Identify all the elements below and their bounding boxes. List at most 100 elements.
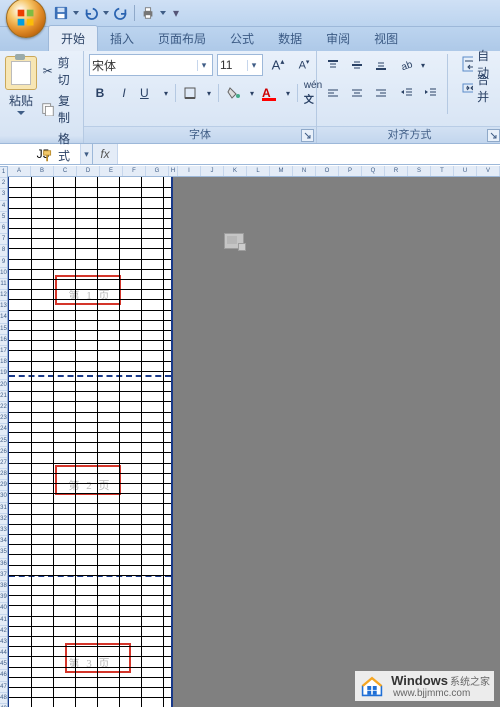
row-header[interactable]: 9 (0, 257, 7, 268)
tab-view[interactable]: 视图 (362, 26, 410, 51)
qat-undo-dropdown[interactable] (102, 11, 110, 15)
italic-button[interactable]: I (113, 82, 135, 104)
row-header[interactable]: 38 (0, 581, 7, 592)
row-header[interactable]: 22 (0, 402, 7, 413)
row-header[interactable]: 4 (0, 201, 7, 212)
align-left-button[interactable] (322, 82, 344, 104)
col-header[interactable]: F (123, 166, 146, 176)
row-header[interactable]: 21 (0, 391, 7, 402)
row-header[interactable]: 45 (0, 659, 7, 670)
col-header[interactable]: U (454, 166, 477, 176)
formula-input[interactable] (118, 144, 500, 164)
col-header[interactable]: P (339, 166, 362, 176)
col-header[interactable]: K (224, 166, 247, 176)
row-header[interactable]: 42 (0, 626, 7, 637)
col-header[interactable]: J (201, 166, 224, 176)
align-center-button[interactable] (346, 82, 368, 104)
row-header[interactable]: 19 (0, 368, 7, 379)
row-header[interactable]: 47 (0, 682, 7, 693)
font-name-combo[interactable]: 宋体▾ (89, 54, 213, 76)
align-top-button[interactable] (322, 54, 344, 76)
underline-button[interactable]: U▾ (137, 82, 171, 104)
col-header[interactable]: N (293, 166, 316, 176)
row-header[interactable]: 26 (0, 447, 7, 458)
row-header[interactable]: 36 (0, 559, 7, 570)
qat-save[interactable] (52, 4, 70, 22)
row-header[interactable]: 25 (0, 436, 7, 447)
col-header[interactable]: T (431, 166, 454, 176)
align-middle-button[interactable] (346, 54, 368, 76)
row-header[interactable]: 10 (0, 268, 7, 279)
col-header[interactable]: O (316, 166, 339, 176)
tab-page-layout[interactable]: 页面布局 (146, 26, 218, 51)
cut-button[interactable]: ✂剪切 (41, 54, 78, 88)
col-header[interactable]: I (178, 166, 201, 176)
qat-undo[interactable] (82, 4, 100, 22)
col-header[interactable]: M (270, 166, 293, 176)
row-header[interactable]: 48 (0, 693, 7, 704)
grow-font-button[interactable]: A▴ (267, 54, 289, 76)
row-header[interactable]: 6 (0, 223, 7, 234)
decrease-indent-button[interactable] (396, 82, 418, 104)
border-button[interactable]: ▾ (180, 82, 214, 104)
fill-color-button[interactable]: ▾ (223, 82, 257, 104)
qat-save-dropdown[interactable] (72, 11, 80, 15)
row-header[interactable]: 15 (0, 324, 7, 335)
paste-button[interactable]: 粘贴 (5, 54, 37, 115)
row-header[interactable]: 44 (0, 648, 7, 659)
row-header[interactable]: 1 (0, 167, 7, 178)
col-header[interactable]: H (169, 166, 178, 176)
row-header[interactable]: 3 (0, 189, 7, 200)
col-header[interactable]: B (31, 166, 54, 176)
orientation-button[interactable]: ab▾ (396, 54, 428, 76)
row-header[interactable]: 29 (0, 480, 7, 491)
row-header[interactable]: 8 (0, 245, 7, 256)
grid[interactable]: 第 1 页 第 2 页 第 3 页 (8, 177, 500, 707)
align-right-button[interactable] (370, 82, 392, 104)
row-header[interactable]: 23 (0, 413, 7, 424)
row-header[interactable]: 17 (0, 346, 7, 357)
insert-function-button[interactable]: fx (93, 144, 118, 164)
row-header[interactable]: 16 (0, 335, 7, 346)
row-header[interactable]: 13 (0, 301, 7, 312)
copy-button[interactable]: 复制 (41, 92, 78, 126)
row-header[interactable]: 41 (0, 615, 7, 626)
row-header[interactable]: 11 (0, 279, 7, 290)
tab-formulas[interactable]: 公式 (218, 26, 266, 51)
row-header[interactable]: 12 (0, 290, 7, 301)
merge-center-button[interactable]: 合并 (459, 78, 497, 98)
align-bottom-button[interactable] (370, 54, 392, 76)
increase-indent-button[interactable] (420, 82, 442, 104)
col-header[interactable]: D (77, 166, 100, 176)
row-header[interactable]: 30 (0, 491, 7, 502)
tab-insert[interactable]: 插入 (98, 26, 146, 51)
row-header[interactable]: 43 (0, 637, 7, 648)
row-header[interactable]: 39 (0, 592, 7, 603)
qat-redo[interactable] (112, 4, 130, 22)
font-size-combo[interactable]: 11▾ (217, 54, 263, 76)
qat-more-dropdown[interactable] (159, 11, 167, 15)
row-header[interactable]: 7 (0, 234, 7, 245)
tab-data[interactable]: 数据 (266, 26, 314, 51)
row-header[interactable]: 20 (0, 380, 7, 391)
col-header[interactable]: E (100, 166, 123, 176)
row-header[interactable]: 5 (0, 212, 7, 223)
row-header[interactable]: 40 (0, 603, 7, 614)
row-header[interactable]: 14 (0, 312, 7, 323)
alignment-dialog-launcher[interactable] (487, 129, 500, 142)
qat-quickprint[interactable] (139, 4, 157, 22)
col-header[interactable]: A (8, 166, 31, 176)
floating-mini-toolbar[interactable] (224, 233, 244, 249)
row-header[interactable]: 31 (0, 503, 7, 514)
bold-button[interactable]: B (89, 82, 111, 104)
page-break-1[interactable] (9, 375, 171, 377)
col-header[interactable]: C (54, 166, 77, 176)
col-header[interactable]: S (408, 166, 431, 176)
col-header[interactable]: L (247, 166, 270, 176)
col-header[interactable]: G (146, 166, 169, 176)
col-header[interactable]: R (385, 166, 408, 176)
row-header[interactable]: 18 (0, 357, 7, 368)
qat-customize[interactable]: ▾ (173, 6, 179, 20)
col-header[interactable]: V (477, 166, 500, 176)
col-header[interactable]: Q (362, 166, 385, 176)
